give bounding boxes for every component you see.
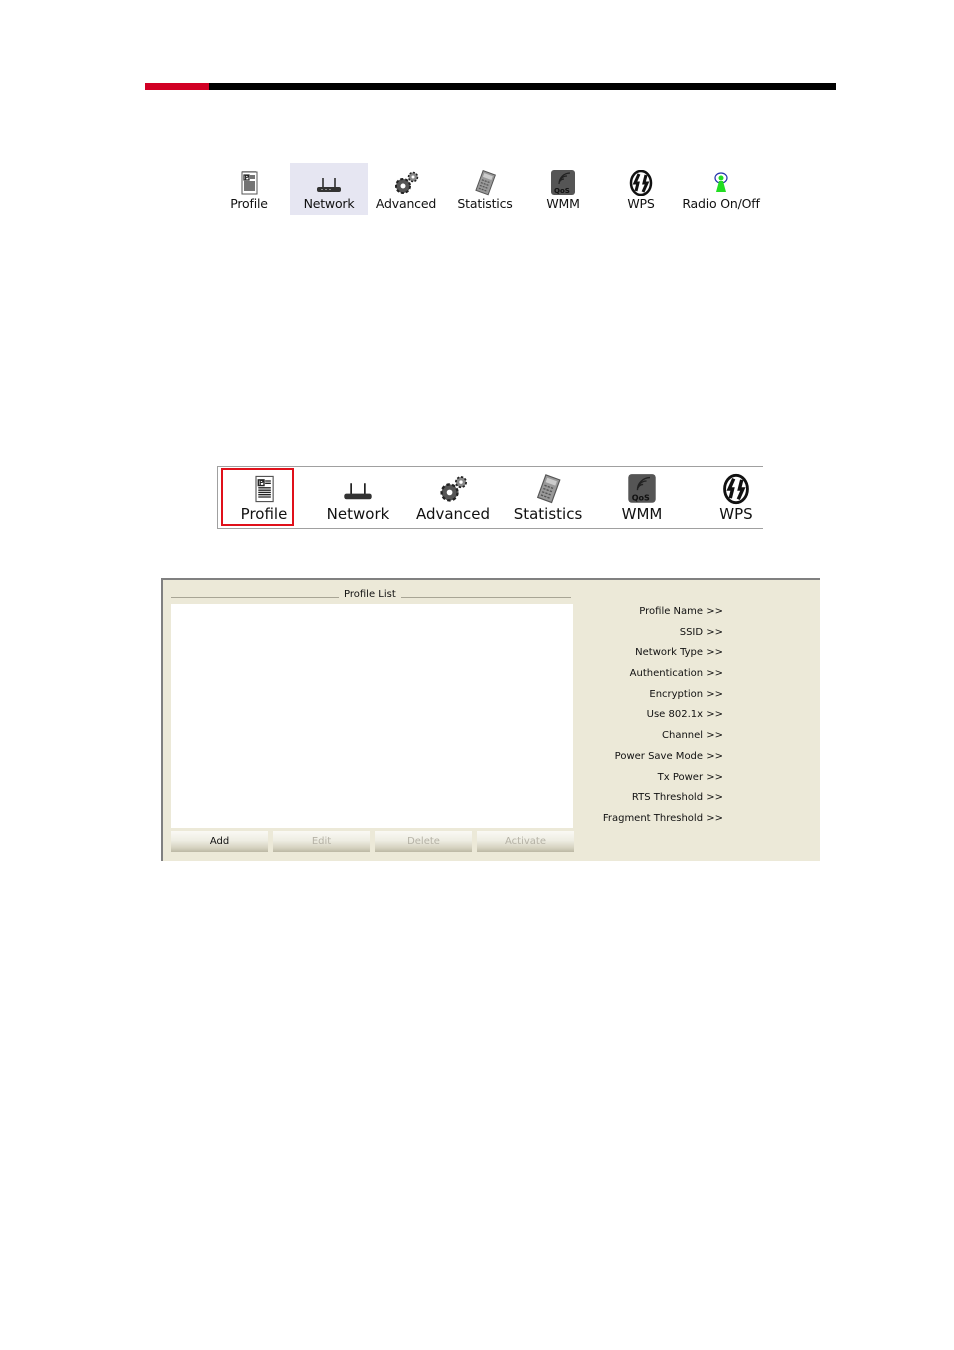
toolbar-label: WMM [546,196,580,211]
toolbar-item-advanced[interactable]: Advanced [411,467,495,528]
toolbar-label: Profile [240,505,288,523]
radio-icon [714,172,728,192]
toolbar-item-network[interactable]: Network [318,467,398,528]
network-router-icon [344,483,372,500]
toolbar-label: Profile [230,196,268,211]
detail-encryption: Encryption >> [649,688,723,700]
toolbar-label: Advanced [415,505,491,523]
calculator-icon [475,170,496,196]
profile-icon: P [241,171,258,195]
toolbar-label: Network [326,505,390,523]
detail-channel: Channel >> [662,730,723,742]
detail-network-type: Network Type >> [635,647,723,659]
wps-icon [723,473,749,505]
activate-button[interactable]: Activate [477,831,574,852]
profile-icon: P [255,475,274,503]
add-button[interactable]: Add [171,831,268,852]
header-accent [145,83,209,90]
zoomed-toolbar: P Profile Network Advanced Statistics Qo… [217,466,763,529]
toolbar-label: Statistics [457,196,513,211]
toolbar-label: Network [303,196,355,211]
toolbar-item-wps[interactable]: WPS [696,467,776,528]
svg-text:P: P [259,479,264,487]
qos-icon: QoS [628,474,656,503]
toolbar-item-advanced[interactable]: Advanced [367,163,445,215]
toolbar-item-wmm[interactable]: QoS WMM [524,163,602,215]
detail-power-save-mode: Power Save Mode >> [614,750,723,762]
svg-text:P: P [245,175,250,182]
detail-ssid: SSID >> [679,626,723,638]
profile-list[interactable] [171,604,573,828]
toolbar-item-radio[interactable]: Radio On/Off [680,163,762,215]
detail-fragment-threshold: Fragment Threshold >> [602,812,723,824]
toolbar-item-network[interactable]: Network [290,163,368,215]
profile-details: Profile Name >> SSID >> Network Type >> … [583,602,723,830]
calculator-icon [536,474,561,504]
toolbar-label: WMM [621,505,663,523]
wps-icon [629,170,653,196]
network-router-icon [317,178,341,192]
toolbar-item-statistics[interactable]: Statistics [446,163,524,215]
detail-profile-name: Profile Name >> [639,606,723,617]
toolbar-label: WPS [719,505,753,523]
detail-rts-threshold: RTS Threshold >> [631,792,723,804]
delete-button[interactable]: Delete [375,831,472,852]
profile-panel: Profile List Add Edit Delete Activate Pr… [161,578,820,861]
toolbar-item-profile[interactable]: P Profile [224,467,304,528]
toolbar-item-wps[interactable]: WPS [602,163,680,215]
toolbar-label: Statistics [513,505,583,523]
toolbar-item-wmm[interactable]: QoS WMM [602,467,682,528]
toolbar-label: WPS [627,196,655,211]
detail-use-8021x: Use 802.1x >> [646,709,723,721]
toolbar-item-statistics[interactable]: Statistics [506,467,590,528]
edit-button[interactable]: Edit [273,831,370,852]
page-header-bar [145,83,836,90]
profile-list-title: Profile List [339,589,401,600]
toolbar-item-profile[interactable]: P Profile [210,163,288,215]
gears-icon [395,171,419,194]
svg-text:QoS: QoS [632,493,650,502]
toolbar-label: Radio On/Off [682,196,760,211]
gears-icon [440,476,467,502]
svg-text:QoS: QoS [554,187,570,195]
detail-authentication: Authentication >> [629,668,723,680]
qos-icon: QoS [551,170,575,195]
toolbar-label: Advanced [375,196,437,211]
detail-tx-power: Tx Power >> [657,771,723,783]
